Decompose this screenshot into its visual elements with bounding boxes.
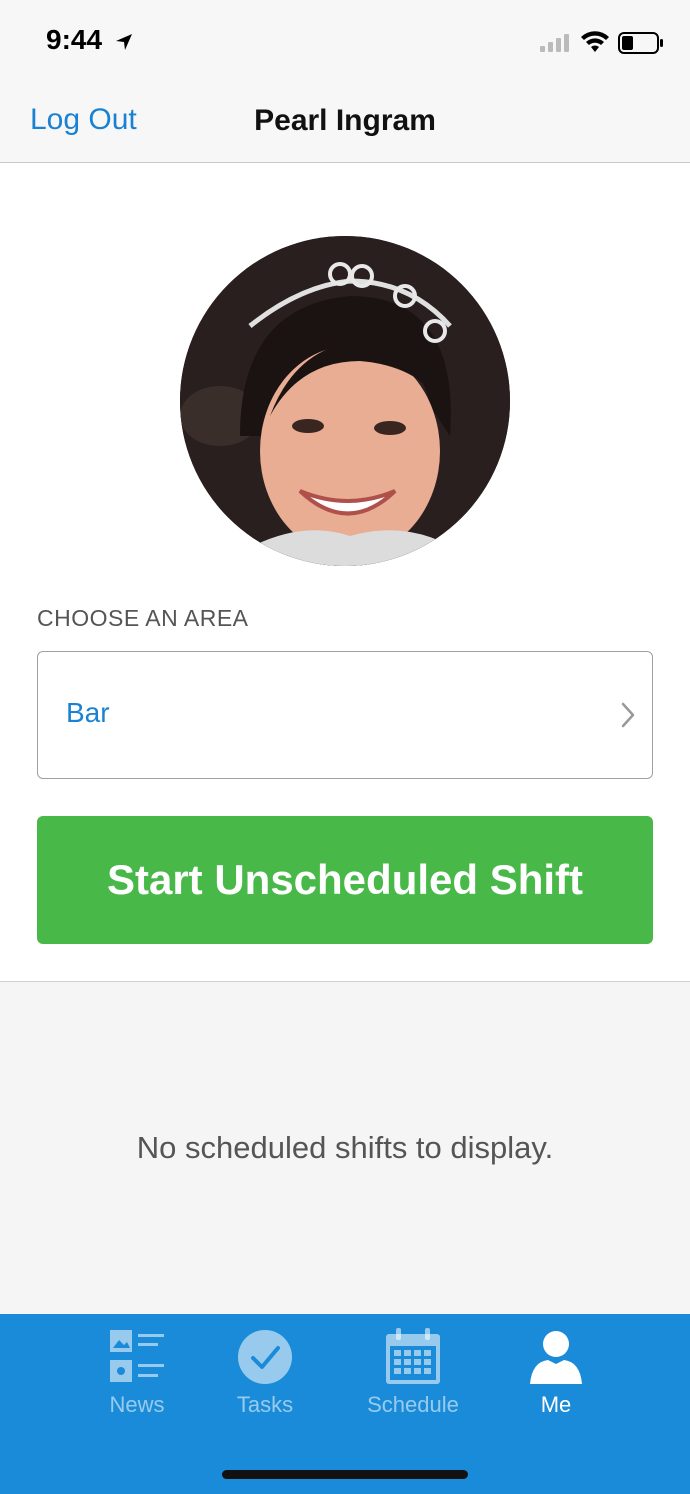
tab-schedule[interactable]: Schedule [343,1314,483,1434]
tasks-check-icon [238,1330,292,1384]
tab-label-schedule: Schedule [367,1392,459,1417]
location-arrow-icon [116,34,132,50]
status-bar: 9:44 [0,0,690,85]
navigation-bar: Pearl Ingram Log Out [0,85,690,163]
news-icon [110,1330,164,1382]
chevron-right-icon [621,702,635,728]
start-unscheduled-shift-button[interactable]: Start Unscheduled Shift [37,816,653,944]
profile-card: CHOOSE AN AREA Bar Start Unscheduled Shi… [0,163,690,982]
area-value: Bar [66,697,110,728]
avatar-image [180,236,510,566]
battery-icon [618,32,663,54]
empty-shifts-message: No scheduled shifts to display. [136,1130,554,1165]
tab-news[interactable]: News [67,1314,207,1434]
person-icon [530,1331,582,1384]
start-button-label: Start Unscheduled Shift [106,856,584,903]
tab-tasks[interactable]: Tasks [195,1314,335,1434]
area-label: CHOOSE AN AREA [37,605,249,631]
tab-label-me: Me [540,1392,572,1417]
cellular-signal-icon [540,34,569,52]
logout-button[interactable]: Log Out [30,103,137,137]
tab-label-tasks: Tasks [236,1392,294,1417]
wifi-icon [581,31,609,52]
status-time: 9:44 [46,24,103,55]
tab-bar: News Tasks Schedule Me [0,1314,690,1494]
calendar-icon [386,1328,440,1384]
screen: 9:44 Pearl Ingram Log Out CHOOSE AN AREA… [0,0,690,1494]
area-select[interactable]: Bar [37,651,653,779]
tab-label-news: News [109,1392,165,1417]
avatar [180,236,510,566]
tab-me[interactable]: Me [486,1314,626,1434]
home-indicator[interactable] [222,1470,468,1479]
